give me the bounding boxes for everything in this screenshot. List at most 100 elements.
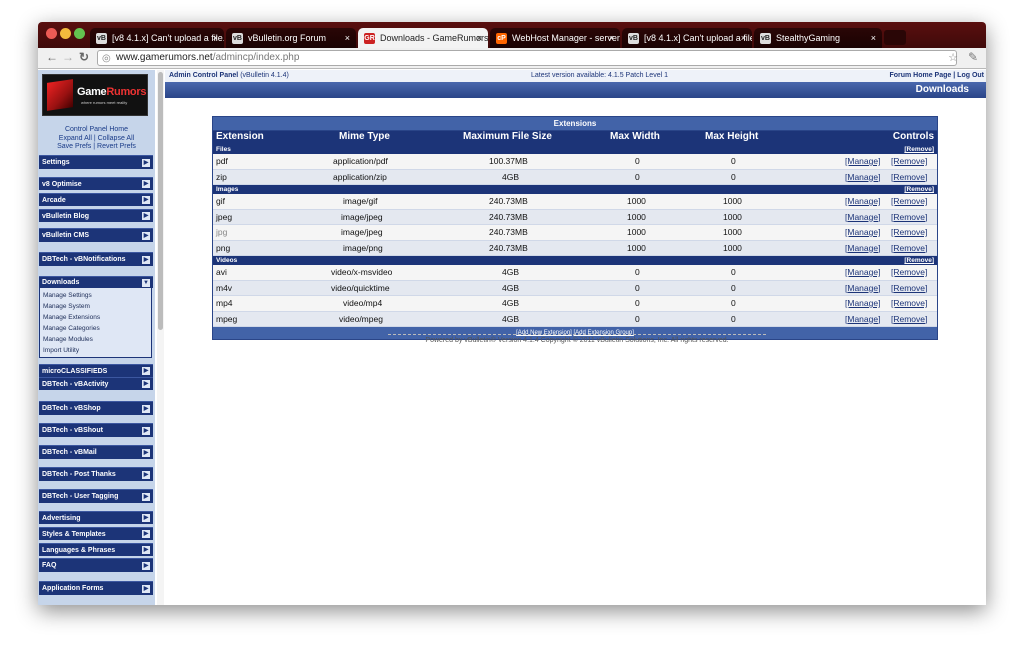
expand-arrow-icon[interactable]: ▶ [142, 180, 150, 188]
nav-group-vbulletin-cms[interactable]: vBulletin CMS ▶ [39, 228, 153, 242]
expand-all-link[interactable]: Expand All [59, 135, 92, 142]
latest-version-notice[interactable]: Latest version available: 4.1.5 Patch Le… [531, 70, 668, 82]
nav-group-microclassifieds[interactable]: microCLASSIFIEDS ▶ [39, 364, 153, 377]
nav-group-languages-phrases[interactable]: Languages & Phrases ▶ [39, 543, 153, 556]
expand-arrow-icon[interactable]: ▶ [142, 530, 150, 538]
collapse-arrow-icon[interactable]: ▼ [142, 278, 150, 287]
log-out-link[interactable]: Log Out [957, 72, 984, 79]
close-tab-icon[interactable]: × [609, 28, 614, 48]
manage-link[interactable]: [Manage] [845, 170, 880, 186]
forward-arrow-icon[interactable]: → [62, 50, 74, 64]
nav-group-vbactivity[interactable]: DBTech - vBActivity ▶ [39, 377, 153, 390]
close-tab-icon[interactable]: × [741, 28, 746, 48]
remove-link[interactable]: [Remove] [891, 154, 927, 170]
forum-home-link[interactable]: Forum Home Page [889, 72, 951, 79]
manage-link[interactable]: [Manage] [845, 210, 880, 226]
manage-link[interactable]: [Manage] [845, 194, 880, 210]
expand-arrow-icon[interactable]: ▶ [142, 404, 150, 413]
nav-group-user-tagging[interactable]: DBTech - User Tagging ▶ [39, 489, 153, 503]
close-tab-icon[interactable]: × [345, 28, 350, 48]
manage-link[interactable]: [Manage] [845, 312, 880, 328]
zoom-window-icon[interactable] [74, 28, 85, 39]
menu-item-manage-categories[interactable]: Manage Categories [43, 323, 151, 334]
minimize-window-icon[interactable] [60, 28, 71, 39]
browser-tab[interactable]: cP WebHost Manager - server1 × [490, 28, 620, 48]
nav-group-v8-optimise[interactable]: v8 Optimise ▶ [39, 177, 153, 190]
expand-arrow-icon[interactable]: ▶ [142, 196, 150, 204]
remove-link[interactable]: [Remove] [891, 312, 927, 328]
expand-arrow-icon[interactable]: ▶ [142, 231, 150, 240]
close-tab-icon[interactable]: × [477, 28, 482, 48]
nav-group-advertising[interactable]: Advertising ▶ [39, 511, 153, 524]
expand-arrow-icon[interactable]: ▶ [142, 255, 150, 264]
menu-item-import-utility[interactable]: Import Utility [43, 345, 151, 356]
expand-arrow-icon[interactable]: ▶ [142, 426, 150, 435]
nav-group-faq[interactable]: FAQ ▶ [39, 558, 153, 572]
close-tab-icon[interactable]: × [213, 28, 218, 48]
expand-arrow-icon[interactable]: ▶ [142, 492, 150, 501]
remove-link[interactable]: [Remove] [891, 210, 927, 226]
expand-arrow-icon[interactable]: ▶ [142, 546, 150, 554]
close-tab-icon[interactable]: × [871, 28, 876, 48]
remove-link[interactable]: [Remove] [891, 225, 927, 241]
nav-group-post-thanks[interactable]: DBTech - Post Thanks ▶ [39, 467, 153, 481]
remove-link[interactable]: [Remove] [891, 194, 927, 210]
manage-link[interactable]: [Manage] [845, 281, 880, 297]
nav-group-styles-templates[interactable]: Styles & Templates ▶ [39, 527, 153, 540]
close-window-icon[interactable] [46, 28, 57, 39]
expand-arrow-icon[interactable]: ▶ [142, 514, 150, 522]
gamerumors-logo[interactable]: GameRumors where rumors meet reality [42, 74, 148, 116]
nav-group-vbshout[interactable]: DBTech - vBShout ▶ [39, 423, 153, 437]
back-arrow-icon[interactable]: ← [46, 50, 58, 64]
manage-link[interactable]: [Manage] [845, 265, 880, 281]
address-bar[interactable]: ◎ www.gamerumors.net/admincp/index.php [97, 50, 957, 66]
remove-link[interactable]: [Remove] [891, 296, 927, 312]
browser-tab[interactable]: vB [v8 4.1.x] Can't upload a file. × [90, 28, 224, 48]
expand-arrow-icon[interactable]: ▶ [142, 212, 150, 220]
nav-group-settings[interactable]: Settings ▶ [39, 155, 153, 169]
wrench-icon[interactable]: ✎ [968, 50, 978, 64]
menu-item-manage-system[interactable]: Manage System [43, 301, 151, 312]
expand-arrow-icon[interactable]: ▶ [142, 367, 150, 375]
remove-group-link[interactable]: [Remove] [904, 185, 934, 194]
manage-link[interactable]: [Manage] [845, 296, 880, 312]
save-prefs-link[interactable]: Save Prefs [57, 143, 91, 150]
scrollbar-thumb[interactable] [158, 72, 163, 330]
collapse-all-link[interactable]: Collapse All [98, 135, 135, 142]
menu-item-manage-extensions[interactable]: Manage Extensions [43, 312, 151, 323]
remove-group-link[interactable]: [Remove] [904, 145, 934, 154]
expand-arrow-icon[interactable]: ▶ [142, 380, 150, 388]
nav-group-vbmail[interactable]: DBTech - vBMail ▶ [39, 445, 153, 459]
star-icon[interactable]: ☆ [948, 51, 958, 64]
browser-tab-active[interactable]: GR Downloads - GameRumors × [358, 28, 488, 48]
browser-tab[interactable]: vB [v8 4.1.x] Can't upload a file × [622, 28, 752, 48]
expand-arrow-icon[interactable]: ▶ [142, 584, 150, 593]
nav-group-downloads[interactable]: Downloads ▼ [39, 276, 153, 288]
nav-group-vbnotifications[interactable]: DBTech - vBNotifications ▶ [39, 252, 153, 266]
remove-link[interactable]: [Remove] [891, 265, 927, 281]
nav-group-application-forms[interactable]: Application Forms ▶ [39, 581, 153, 595]
nav-group-arcade[interactable]: Arcade ▶ [39, 193, 153, 206]
cp-home-link[interactable]: Control Panel Home [65, 126, 128, 133]
remove-link[interactable]: [Remove] [891, 281, 927, 297]
manage-link[interactable]: [Manage] [845, 225, 880, 241]
menu-item-manage-modules[interactable]: Manage Modules [43, 334, 151, 345]
nav-group-vbulletin-blog[interactable]: vBulletin Blog ▶ [39, 209, 153, 222]
nav-group-vbshop[interactable]: DBTech - vBShop ▶ [39, 401, 153, 415]
new-tab-button[interactable] [884, 30, 906, 45]
browser-tab[interactable]: vB StealthyGaming × [754, 28, 882, 48]
expand-arrow-icon[interactable]: ▶ [142, 158, 150, 167]
remove-link[interactable]: [Remove] [891, 170, 927, 186]
manage-link[interactable]: [Manage] [845, 154, 880, 170]
reload-icon[interactable]: ↻ [79, 50, 89, 64]
sidebar-scrollbar[interactable] [157, 70, 164, 605]
revert-prefs-link[interactable]: Revert Prefs [97, 143, 136, 150]
menu-item-manage-settings[interactable]: Manage Settings [43, 290, 151, 301]
manage-link[interactable]: [Manage] [845, 241, 880, 257]
remove-link[interactable]: [Remove] [891, 241, 927, 257]
remove-group-link[interactable]: [Remove] [904, 256, 934, 265]
expand-arrow-icon[interactable]: ▶ [142, 470, 150, 479]
expand-arrow-icon[interactable]: ▶ [142, 448, 150, 457]
expand-arrow-icon[interactable]: ▶ [142, 561, 150, 570]
browser-tab[interactable]: vB vBulletin.org Forum × [226, 28, 356, 48]
